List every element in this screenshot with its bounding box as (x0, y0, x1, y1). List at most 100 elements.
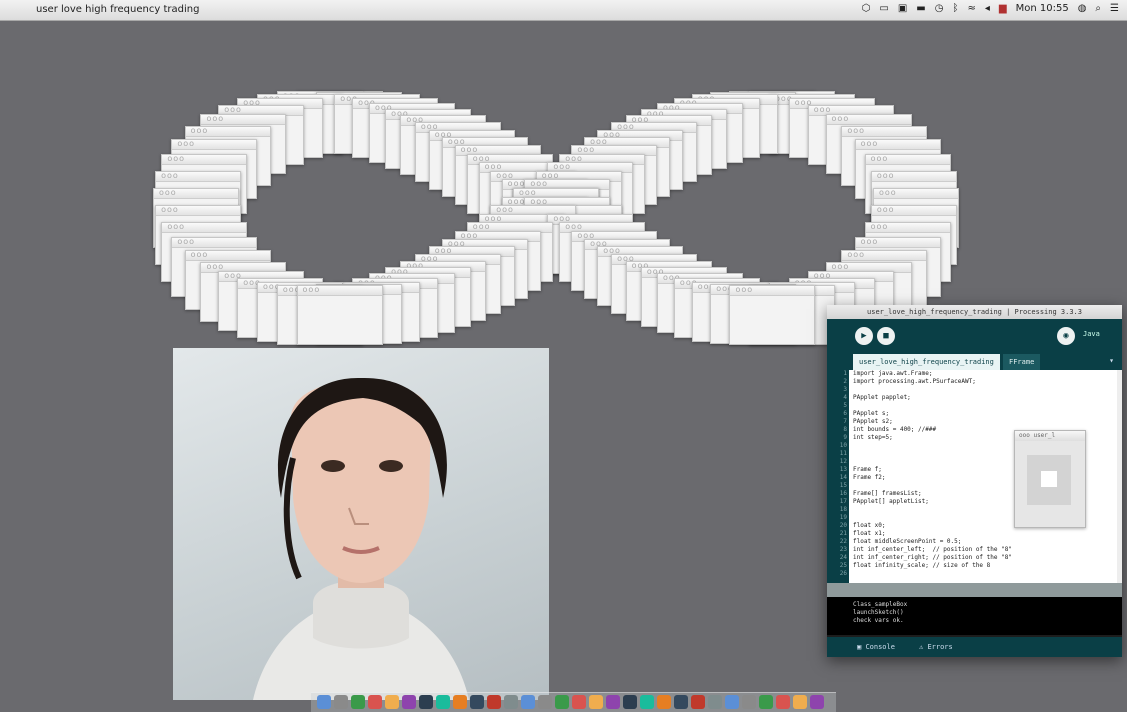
line-number: 5 (843, 402, 847, 409)
dock-app-icon[interactable] (470, 695, 484, 709)
dock-app-icon[interactable] (385, 695, 399, 709)
dock-app-icon[interactable] (725, 695, 739, 709)
line-number: 23 (839, 546, 847, 553)
line-number: 21 (839, 530, 847, 537)
portrait-illustration (253, 377, 469, 700)
dock-app-icon[interactable] (504, 695, 518, 709)
dock-app-icon[interactable] (606, 695, 620, 709)
dock-app-icon[interactable] (810, 695, 824, 709)
code-line: PApplet[] appletList; (853, 498, 929, 505)
console-tab-label: Console (865, 643, 895, 651)
mode-selector[interactable]: Java (1083, 330, 1100, 338)
code-line: int step=5; (853, 434, 893, 441)
user-icon[interactable]: ◍ (1078, 3, 1087, 14)
editor-scrollbar[interactable] (1117, 370, 1122, 583)
dock-app-icon[interactable] (317, 695, 331, 709)
dock-app-icon[interactable] (453, 695, 467, 709)
stop-button-icon[interactable]: ■ (877, 327, 895, 345)
list-icon[interactable]: ☰ (1110, 3, 1119, 14)
dock-app-icon[interactable] (555, 695, 569, 709)
dock-app-icon[interactable] (742, 695, 756, 709)
debug-icon[interactable]: ◉ (1057, 327, 1075, 345)
line-number: 26 (839, 570, 847, 577)
tab-fframe[interactable]: FFrame (1003, 354, 1041, 370)
dock-app-icon[interactable] (640, 695, 654, 709)
line-number: 19 (839, 514, 847, 521)
line-number: 1 (843, 370, 847, 377)
code-line: int inf_center_right; // position of the… (853, 554, 1012, 561)
line-number: 4 (843, 394, 847, 401)
timer-icon[interactable]: ◷ (935, 3, 944, 14)
mini-window-traffic-lights-icon[interactable]: ooo (1019, 432, 1033, 439)
monitor-icon[interactable]: ▭ (879, 3, 888, 14)
ide-tab-bar: user_love_high_frequency_trading FFrame … (827, 352, 1122, 370)
dock-app-icon[interactable] (402, 695, 416, 709)
clock[interactable]: Mon 10:55 (1016, 3, 1069, 14)
active-app-name[interactable]: user love high frequency trading (36, 4, 199, 15)
dock-app-icon[interactable] (657, 695, 671, 709)
tab-menu-chevron-icon[interactable]: ▾ (1109, 356, 1114, 365)
search-icon[interactable]: ⌕ (1095, 3, 1101, 14)
flag-icon[interactable]: ▆ (999, 3, 1007, 14)
display-icon[interactable]: ▣ (898, 3, 907, 14)
line-number: 6 (843, 410, 847, 417)
dock-app-icon[interactable] (334, 695, 348, 709)
ide-title-bar[interactable]: user_love_high_frequency_trading | Proce… (827, 305, 1122, 319)
line-number: 17 (839, 498, 847, 505)
dock-app-icon[interactable] (589, 695, 603, 709)
code-line: Frame f2; (853, 474, 886, 481)
dock-app-icon[interactable] (368, 695, 382, 709)
line-number-gutter: 1 2 3 4 5 6 7 8 9 10 11 12 13 14 15 16 17 18 19 20 21 22 23 24 2… (827, 370, 849, 583)
line-number: 12 (839, 458, 847, 465)
dock-app-icon[interactable] (487, 695, 501, 709)
line-number: 14 (839, 474, 847, 481)
console-line: launchSketch() (853, 609, 904, 616)
code-editor[interactable]: 1 2 3 4 5 6 7 8 9 10 11 12 13 14 15 16 17 18 19 20 21 22 23 24 2… (827, 370, 1122, 583)
dock-app-icon[interactable] (351, 695, 365, 709)
dock-app-icon[interactable] (776, 695, 790, 709)
dock-app-icon[interactable] (572, 695, 586, 709)
battery-icon[interactable]: ▬ (916, 3, 925, 14)
status-menu-icons: ⬡ ▭ ▣ ▬ ◷ ᛒ ≈ ◂ ▆ Mon 10:55 ◍ ⌕ ☰ (862, 3, 1119, 14)
dropbox-icon[interactable]: ⬡ (862, 3, 871, 14)
dock-app-icon[interactable] (674, 695, 688, 709)
dock-app-icon[interactable] (793, 695, 807, 709)
errors-tab[interactable]: ⚠ Errors (919, 637, 953, 657)
code-line: import java.awt.Frame; (853, 370, 933, 377)
line-number: 15 (839, 482, 847, 489)
run-button-icon[interactable]: ▶ (855, 327, 873, 345)
mini-sketch-window[interactable]: ooo user_l (1014, 430, 1086, 528)
mini-window-title: user_l (1033, 432, 1056, 439)
line-number: 3 (843, 386, 847, 393)
line-number: 24 (839, 554, 847, 561)
dock-app-icon[interactable] (759, 695, 773, 709)
dock-app-icon[interactable] (623, 695, 637, 709)
volume-icon[interactable]: ◂ (985, 3, 990, 14)
code-line: float infinity_scale; // size of the 8 (853, 562, 991, 569)
line-number: 8 (843, 426, 847, 433)
console-line: check vars ok. (853, 617, 904, 624)
app-window[interactable] (729, 285, 816, 346)
dock-app-icon[interactable] (538, 695, 552, 709)
dock-app-icon[interactable] (419, 695, 433, 709)
dock-app-icon[interactable] (708, 695, 722, 709)
bluetooth-icon[interactable]: ᛒ (952, 3, 958, 14)
dock-app-icon[interactable] (691, 695, 705, 709)
dock-app-icon[interactable] (521, 695, 535, 709)
code-line: int inf_center_left; // position of the … (853, 546, 1012, 553)
code-text[interactable]: import java.awt.Frame; import processing.… (853, 370, 1012, 578)
line-number: 13 (839, 466, 847, 473)
app-window[interactable] (296, 285, 383, 346)
line-number: 10 (839, 442, 847, 449)
line-number: 7 (843, 418, 847, 425)
wifi-icon[interactable]: ≈ (967, 3, 975, 14)
code-line: Frame[] framesList; (853, 490, 922, 497)
tab-sketch-main[interactable]: user_love_high_frequency_trading (853, 354, 1000, 370)
console-tab[interactable]: ▣ Console (857, 637, 895, 657)
dock-app-icon[interactable] (436, 695, 450, 709)
